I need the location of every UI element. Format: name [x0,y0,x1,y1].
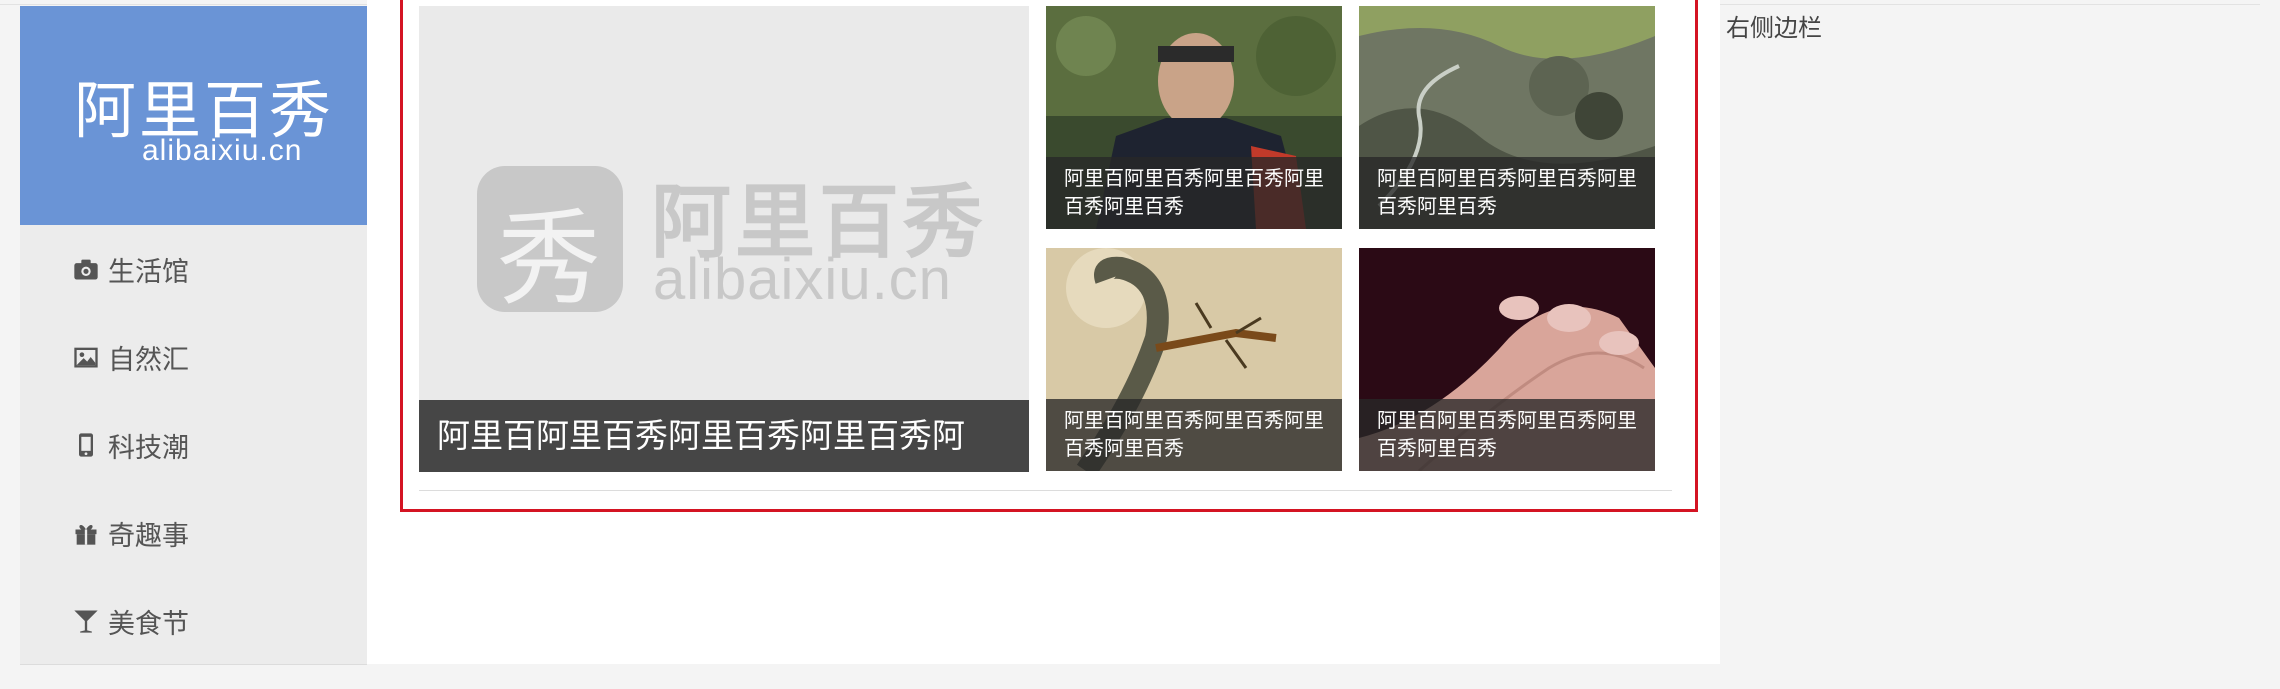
glass-icon [74,610,98,633]
nav-label: 科技潮 [108,432,189,463]
image-icon [74,347,98,368]
section-divider [419,490,1672,491]
site-logo[interactable]: 阿里百秀 alibaixiu.cn [20,6,367,225]
right-sidebar-label: 右侧边栏 [1726,15,1822,42]
featured-tile-1[interactable]: 阿里百阿里百秀阿里百秀阿里百秀阿里百秀 [1046,6,1342,229]
nav-label: 奇趣事 [108,520,189,551]
nav-item-fun[interactable]: 奇趣事 [20,489,367,577]
logo-text-en: alibaixiu.cn [142,134,303,167]
sidebar: 阿里百秀 alibaixiu.cn 生活馆 自然汇 科技潮 奇趣事 美食节 [20,6,367,665]
nav-item-nature[interactable]: 自然汇 [20,313,367,401]
nav-label: 自然汇 [108,344,189,375]
nav-item-tech[interactable]: 科技潮 [20,401,367,489]
nav-item-food[interactable]: 美食节 [20,577,367,665]
nav-label: 生活馆 [108,256,189,287]
watermark-icon-glyph: 秀 [497,198,602,320]
featured-big-caption[interactable]: 阿里百阿里百秀阿里百秀阿里百秀阿 [419,400,1029,472]
tile-caption[interactable]: 阿里百阿里百秀阿里百秀阿里百秀阿里百秀 [1359,157,1655,229]
nav-label: 美食节 [108,608,189,639]
gift-icon [75,524,97,545]
featured-tile-4[interactable]: 阿里百阿里百秀阿里百秀阿里百秀阿里百秀 [1359,248,1655,471]
tile-caption[interactable]: 阿里百阿里百秀阿里百秀阿里百秀阿里百秀 [1046,157,1342,229]
featured-big-post[interactable]: 秀 阿里百秀 alibaixiu.cn 阿里百阿里百秀阿里百秀阿里百秀阿 [419,6,1029,472]
tile-caption[interactable]: 阿里百阿里百秀阿里百秀阿里百秀阿里百秀 [1359,399,1655,471]
featured-tile-2[interactable]: 阿里百阿里百秀阿里百秀阿里百秀阿里百秀 [1359,6,1655,229]
camera-icon [74,259,98,280]
tile-caption[interactable]: 阿里百阿里百秀阿里百秀阿里百秀阿里百秀 [1046,399,1342,471]
category-nav: 生活馆 自然汇 科技潮 奇趣事 美食节 [20,225,367,665]
watermark-logo-icon: 秀 [477,166,623,320]
page-edge [2260,0,2280,689]
featured-tile-3[interactable]: 阿里百阿里百秀阿里百秀阿里百秀阿里百秀 [1046,248,1342,471]
watermark-text-en: alibaixiu.cn [653,247,952,312]
phone-icon [79,433,93,457]
nav-item-life[interactable]: 生活馆 [20,225,367,313]
